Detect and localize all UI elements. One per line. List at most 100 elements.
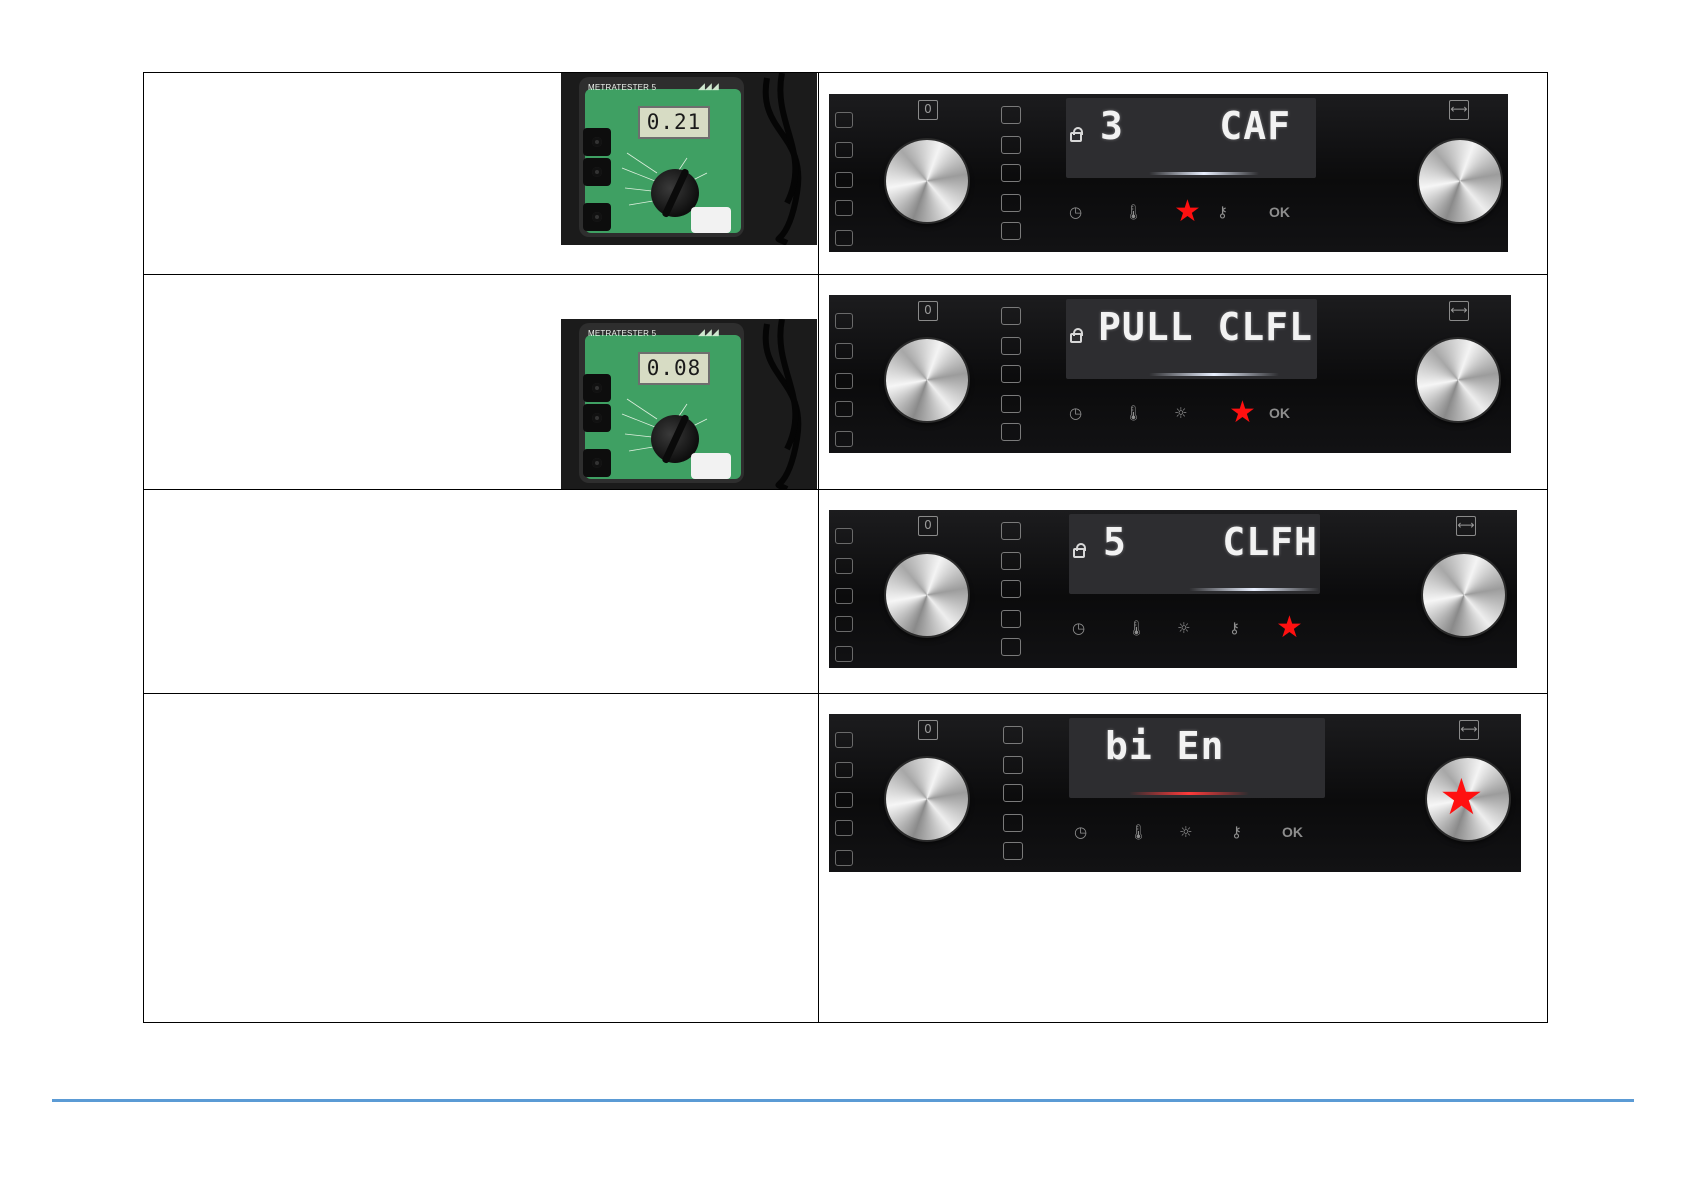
temperature-knob[interactable] — [1423, 554, 1505, 636]
clock-icon[interactable]: ◷ — [1072, 618, 1085, 638]
jack-icon — [583, 203, 611, 231]
table-row-4: 0 bi En ◷ 🌡 ☼ ⚷ OK ⟷ ★ — [144, 693, 1547, 1022]
display-screen: bi En — [1069, 718, 1325, 798]
oven-control-panel: 0 3 CAF ◷ 🌡 ⚷ OK ★ ⟷ — [829, 94, 1508, 252]
temperature-knob[interactable] — [1417, 339, 1499, 421]
display-screen: PULL CLFL — [1066, 299, 1317, 379]
signal-strength-icon: ◢◢◢ — [698, 327, 719, 337]
metratester-photo: METRATESTER 5 ◢◢◢ 0.08 — [561, 319, 817, 489]
defrost-icon — [1001, 307, 1021, 325]
key-icon[interactable]: ⚷ — [1229, 618, 1240, 638]
eco-icon — [1003, 784, 1023, 802]
test-cable — [762, 319, 802, 489]
left-cell-4 — [144, 694, 818, 1022]
hot-air-icon — [1001, 552, 1021, 570]
lamp-icon[interactable]: ☼ — [1174, 403, 1187, 423]
right-cell-1: 0 3 CAF ◷ 🌡 ⚷ OK ★ ⟷ — [819, 73, 1547, 274]
fan-icon — [835, 343, 853, 359]
clock-icon[interactable]: ◷ — [1074, 822, 1087, 842]
function-knob[interactable] — [886, 140, 968, 222]
table-row-2: METRATESTER 5 ◢◢◢ 0.08 0 PULL CLFL ◷ 🌡 ☼… — [144, 274, 1547, 489]
meter-jacks — [583, 374, 613, 484]
jack-icon — [583, 158, 611, 186]
top-heat-icon — [835, 373, 853, 389]
key-icon[interactable]: ⚷ — [1217, 202, 1228, 222]
fan-icon — [835, 558, 853, 574]
lamp-icon[interactable]: ☼ — [1179, 822, 1192, 842]
thermometer-icon[interactable]: 🌡 — [1129, 822, 1148, 842]
ok-button[interactable]: OK — [1269, 202, 1290, 222]
lock-icon — [1070, 127, 1083, 142]
red-star-marker: ★ — [1229, 395, 1256, 430]
display-glow — [1149, 172, 1259, 175]
right-cell-3: 0 5 CLFH ◷ 🌡 ☼ ⚷ ★ ⟷ — [819, 490, 1547, 693]
grill-icon — [835, 313, 853, 329]
top-heat-icon — [835, 792, 853, 808]
bottom-heat-icon — [835, 646, 853, 662]
program-mark-icon: ⟷ — [1449, 100, 1469, 120]
bottom-icon — [1003, 842, 1023, 860]
lamp-icon[interactable]: ☼ — [1177, 618, 1190, 638]
function-knob[interactable] — [886, 758, 968, 840]
jack-icon — [583, 374, 611, 402]
conventional-icon — [1001, 194, 1021, 212]
display-text: 5 CLFH — [1103, 520, 1318, 564]
display-screen: 3 CAF — [1066, 98, 1316, 178]
red-star-marker: ★ — [1276, 610, 1303, 645]
program-mark-icon: ⟷ — [1459, 720, 1479, 740]
defrost-icon — [1003, 726, 1023, 744]
fan-icon — [835, 762, 853, 778]
document-table: METRATESTER 5 ◢◢◢ 0.21 0 3 CAF ◷ 🌡 ⚷ OK … — [143, 72, 1548, 1023]
conventional-icon — [1003, 814, 1023, 832]
thermometer-icon[interactable]: 🌡 — [1124, 202, 1143, 222]
fan-icon — [835, 142, 853, 158]
knob-zero-mark: 0 — [918, 516, 938, 536]
display-glow — [1149, 373, 1279, 376]
table-row-3: 0 5 CLFH ◷ 🌡 ☼ ⚷ ★ ⟷ — [144, 489, 1547, 693]
knob-zero-mark: 0 — [918, 100, 938, 120]
ok-button[interactable]: OK — [1269, 403, 1290, 423]
oven-control-panel: 0 5 CLFH ◷ 🌡 ☼ ⚷ ★ ⟷ — [829, 510, 1517, 668]
pizza-icon — [835, 616, 853, 632]
pizza-icon — [835, 401, 853, 417]
lock-icon — [1070, 328, 1083, 343]
defrost-icon — [1001, 106, 1021, 124]
grill-icon — [835, 732, 853, 748]
right-cell-4: 0 bi En ◷ 🌡 ☼ ⚷ OK ⟷ ★ — [819, 694, 1547, 1022]
thermometer-icon[interactable]: 🌡 — [1127, 618, 1146, 638]
bottom-heat-icon — [835, 850, 853, 866]
function-knob[interactable] — [886, 554, 968, 636]
top-heat-icon — [835, 588, 853, 604]
left-cell-2: METRATESTER 5 ◢◢◢ 0.08 — [144, 275, 818, 489]
oven-control-panel: 0 bi En ◷ 🌡 ☼ ⚷ OK ⟷ ★ — [829, 714, 1521, 872]
table-row-1: METRATESTER 5 ◢◢◢ 0.21 0 3 CAF ◷ 🌡 ⚷ OK … — [144, 73, 1547, 274]
grill-icon — [835, 528, 853, 544]
meter-lcd-reading: 0.08 — [638, 352, 710, 385]
display-glow-red — [1129, 792, 1249, 795]
function-knob[interactable] — [886, 339, 968, 421]
signal-strength-icon: ◢◢◢ — [698, 81, 719, 91]
test-cable — [762, 73, 802, 245]
clock-icon[interactable]: ◷ — [1069, 403, 1082, 423]
temperature-knob[interactable] — [1419, 140, 1501, 222]
ok-button[interactable]: OK — [1282, 822, 1303, 842]
pizza-icon — [835, 200, 853, 216]
display-text: bi En — [1105, 724, 1225, 768]
eco-icon — [1001, 164, 1021, 182]
key-icon[interactable]: ⚷ — [1231, 822, 1242, 842]
knob-zero-mark: 0 — [918, 720, 938, 740]
top-heat-icon — [835, 172, 853, 188]
footer-rule — [52, 1099, 1634, 1102]
hot-air-icon — [1001, 337, 1021, 355]
bottom-icon — [1001, 423, 1021, 441]
thermometer-icon[interactable]: 🌡 — [1124, 403, 1143, 423]
pizza-icon — [835, 820, 853, 836]
grill-icon — [835, 112, 853, 128]
bottom-heat-icon — [835, 431, 853, 447]
display-screen: 5 CLFH — [1069, 514, 1320, 594]
red-star-marker: ★ — [1174, 194, 1201, 229]
clock-icon[interactable]: ◷ — [1069, 202, 1082, 222]
metratester-photo: METRATESTER 5 ◢◢◢ 0.21 — [561, 73, 817, 245]
lock-icon — [1073, 543, 1086, 558]
left-cell-3 — [144, 490, 818, 693]
